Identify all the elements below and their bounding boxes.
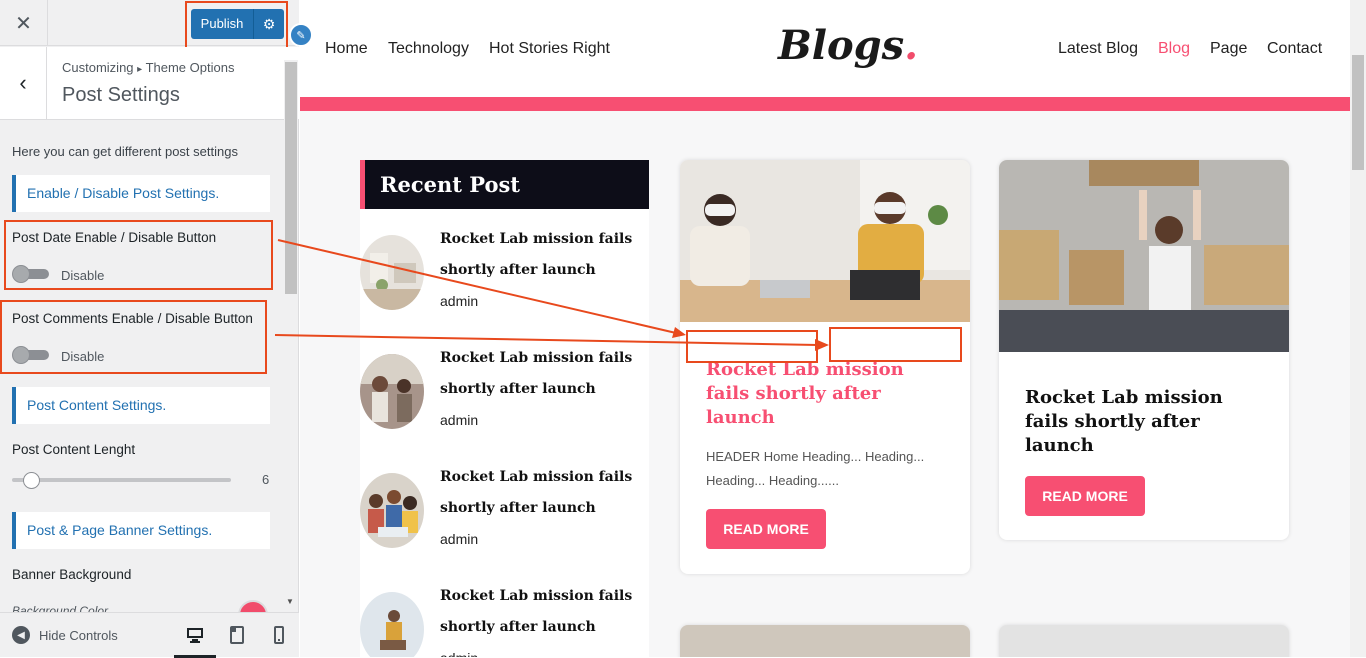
- annotation-arrows: [274, 239, 829, 351]
